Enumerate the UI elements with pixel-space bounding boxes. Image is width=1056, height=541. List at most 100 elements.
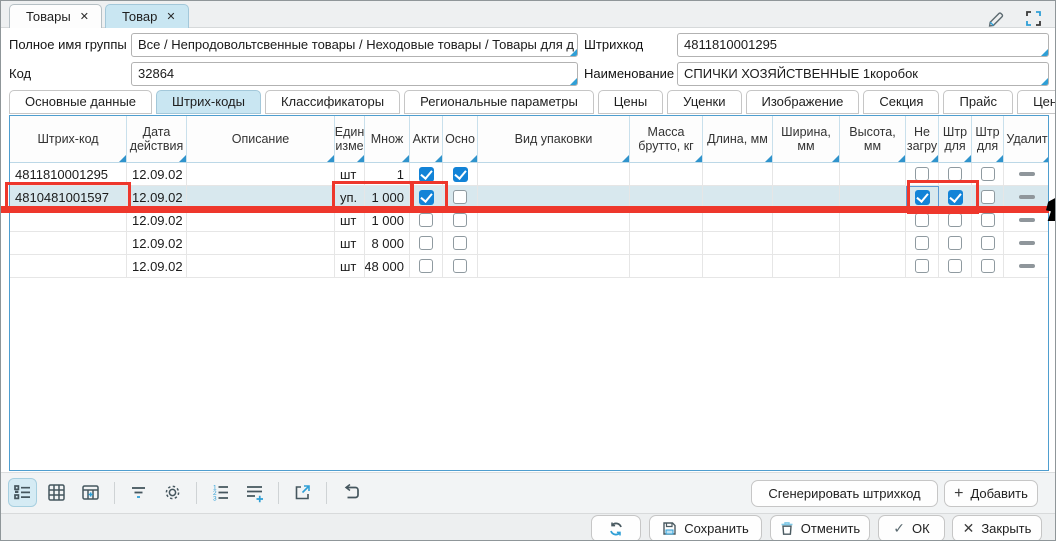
cell-description[interactable] [187, 209, 335, 231]
cell-length[interactable] [703, 232, 773, 254]
cell-delete[interactable] [1004, 232, 1049, 254]
bar_for_2-checkbox[interactable] [981, 236, 995, 250]
column-header-width[interactable]: Ширина, мм [773, 116, 840, 162]
save-button[interactable]: Сохранить [649, 515, 762, 541]
cell-gross[interactable] [630, 255, 703, 277]
generate-barcode-button[interactable]: Сгенерировать штрихкод [751, 480, 938, 507]
section-tab-3[interactable]: Классификаторы [265, 90, 400, 114]
cell-multiplier[interactable]: 8 000 [365, 232, 410, 254]
column-header-active[interactable]: Акти [410, 116, 443, 162]
cell-barcode[interactable] [10, 209, 127, 231]
column-filter-triangle-icon[interactable] [996, 155, 1003, 162]
cell-length[interactable] [703, 209, 773, 231]
refresh-loop-icon[interactable] [337, 479, 364, 506]
cell-width[interactable] [773, 209, 840, 231]
cell-gross[interactable] [630, 186, 703, 208]
section-tab-1[interactable]: Основные данные [9, 90, 152, 114]
bar_for_2-checkbox[interactable] [981, 213, 995, 227]
cell-height[interactable] [840, 186, 906, 208]
cell-width[interactable] [773, 232, 840, 254]
section-tab-6[interactable]: Уценки [667, 90, 741, 114]
column-filter-triangle-icon[interactable] [1043, 155, 1049, 162]
cell-bar_for_1[interactable] [939, 209, 972, 231]
cell-date[interactable]: 12.09.02 [127, 186, 187, 208]
cell-unit[interactable]: шт [335, 232, 365, 254]
column-filter-triangle-icon[interactable] [402, 155, 409, 162]
edit-pencil-icon[interactable] [983, 5, 1010, 32]
cell-delete[interactable] [1004, 186, 1049, 208]
bar_for_2-checkbox[interactable] [981, 167, 995, 181]
cell-multiplier[interactable]: 1 [365, 163, 410, 185]
add-button[interactable]: + Добавить [944, 480, 1038, 507]
delete-dash-icon[interactable] [1019, 172, 1035, 176]
column-header-barcode[interactable]: Штрих-код [10, 116, 127, 162]
ok-button[interactable]: ✓ ОК [878, 515, 945, 541]
section-tab-4[interactable]: Региональные параметры [404, 90, 594, 114]
main-checkbox[interactable] [453, 213, 467, 227]
column-header-not_load[interactable]: Не загру [906, 116, 939, 162]
numbered-list-icon[interactable]: 123 [207, 479, 234, 506]
document-tab-2[interactable]: Товар✕ [105, 4, 189, 28]
column-header-main[interactable]: Осно [443, 116, 478, 162]
not_load-checkbox[interactable] [915, 236, 929, 250]
column-filter-triangle-icon[interactable] [964, 155, 971, 162]
cell-length[interactable] [703, 163, 773, 185]
delete-dash-icon[interactable] [1019, 195, 1035, 199]
view-grid-icon[interactable] [43, 479, 70, 506]
cell-bar_for_2[interactable] [972, 186, 1004, 208]
cell-main[interactable] [443, 186, 478, 208]
cell-width[interactable] [773, 163, 840, 185]
column-filter-triangle-icon[interactable] [435, 155, 442, 162]
cell-bar_for_1[interactable] [939, 232, 972, 254]
cell-bar_for_2[interactable] [972, 163, 1004, 185]
cell-gross[interactable] [630, 163, 703, 185]
cell-barcode[interactable]: 4810481001597 [10, 186, 127, 208]
cell-date[interactable]: 12.09.02 [127, 209, 187, 231]
main-checkbox[interactable] [453, 236, 467, 250]
column-header-delete[interactable]: Удалит [1004, 116, 1049, 162]
cell-main[interactable] [443, 163, 478, 185]
bar_for_1-checkbox[interactable] [948, 259, 962, 273]
cell-barcode[interactable]: 4811810001295 [10, 163, 127, 185]
column-filter-triangle-icon[interactable] [119, 155, 126, 162]
cell-bar_for_2[interactable] [972, 232, 1004, 254]
column-header-date[interactable]: Дата действия [127, 116, 187, 162]
section-tab-2[interactable]: Штрих-коды [156, 90, 261, 114]
group-name-input[interactable]: Все / Непродовольтсвенные товары / Неход… [131, 33, 578, 57]
cell-bar_for_1[interactable] [939, 186, 972, 208]
cell-main[interactable] [443, 255, 478, 277]
delete-dash-icon[interactable] [1019, 218, 1035, 222]
active-checkbox[interactable] [419, 236, 433, 250]
not_load-checkbox[interactable] [915, 190, 930, 205]
column-filter-triangle-icon[interactable] [327, 155, 334, 162]
cell-date[interactable]: 12.09.02 [127, 163, 187, 185]
view-columns-plus-icon[interactable] [77, 479, 104, 506]
cell-description[interactable] [187, 255, 335, 277]
name-input[interactable]: СПИЧКИ ХОЗЯЙСТВЕННЫЕ 1коробок [677, 62, 1049, 86]
cell-delete[interactable] [1004, 163, 1049, 185]
cell-gross[interactable] [630, 209, 703, 231]
cell-width[interactable] [773, 255, 840, 277]
column-header-height[interactable]: Высота, мм [840, 116, 906, 162]
column-filter-triangle-icon[interactable] [622, 155, 629, 162]
table-row-1[interactable]: 481181000129512.09.02 шт1 [10, 163, 1048, 186]
delete-dash-icon[interactable] [1019, 264, 1035, 268]
cell-active[interactable] [410, 186, 443, 208]
gear-icon[interactable] [159, 479, 186, 506]
cell-unit[interactable]: шт [335, 209, 365, 231]
cell-not_load[interactable] [906, 209, 939, 231]
bar_for_2-checkbox[interactable] [981, 190, 995, 204]
cell-not_load[interactable] [906, 255, 939, 277]
column-header-length[interactable]: Длина, мм [703, 116, 773, 162]
column-header-packaging[interactable]: Вид упаковки [478, 116, 630, 162]
cell-packaging[interactable] [478, 163, 630, 185]
cell-unit[interactable]: шт [335, 163, 365, 185]
tab-close-icon[interactable]: ✕ [166, 10, 175, 23]
active-checkbox[interactable] [419, 190, 434, 205]
column-header-gross[interactable]: Масса брутто, кг [630, 116, 703, 162]
bar_for_1-checkbox[interactable] [948, 167, 962, 181]
delete-dash-icon[interactable] [1019, 241, 1035, 245]
column-filter-triangle-icon[interactable] [832, 155, 839, 162]
cell-description[interactable] [187, 163, 335, 185]
column-filter-triangle-icon[interactable] [695, 155, 702, 162]
